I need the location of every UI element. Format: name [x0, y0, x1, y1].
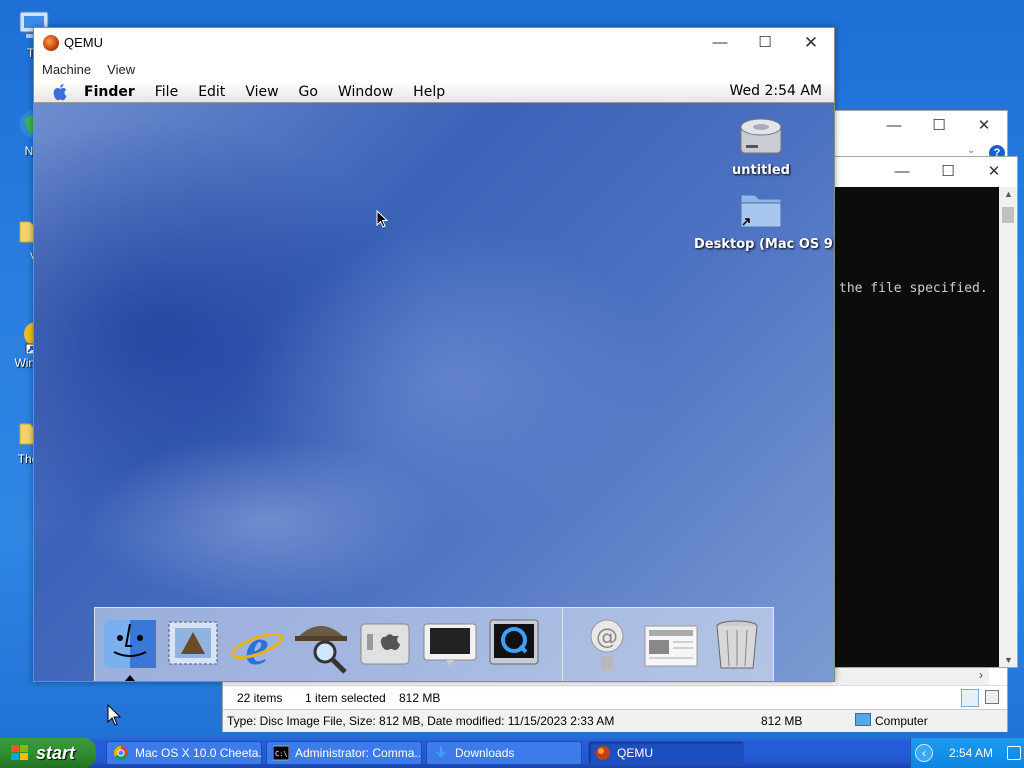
qemu-icon	[595, 745, 611, 761]
chevron-down-icon[interactable]: ⌄	[967, 145, 975, 156]
hard-drive-icon	[740, 118, 782, 154]
task-qemu[interactable]: QEMU	[588, 741, 744, 765]
large-icons-view-icon[interactable]	[985, 690, 999, 704]
menu-go[interactable]: Go	[299, 84, 318, 100]
dock-separator	[562, 608, 563, 681]
internet-explorer-icon[interactable]: e	[227, 614, 287, 676]
terminal-icon: C:\	[272, 745, 290, 761]
maximize-button[interactable]: ☐	[742, 28, 788, 58]
svg-text:e: e	[245, 619, 268, 674]
mail-at-icon[interactable]: @	[577, 614, 637, 674]
menu-finder[interactable]: Finder	[84, 84, 135, 100]
system-preferences-icon[interactable]	[355, 614, 415, 674]
menu-view[interactable]: View	[245, 84, 278, 100]
quicktime-icon[interactable]	[484, 614, 544, 674]
news-icon[interactable]	[641, 614, 701, 674]
mac-dock: e @	[94, 607, 774, 681]
mail-icon[interactable]	[163, 614, 223, 674]
tray-clock[interactable]: 2:54 AM	[949, 746, 993, 760]
qemu-titlebar[interactable]: QEMU — ☐ ✕	[34, 28, 834, 57]
task-label: QEMU	[617, 746, 653, 760]
details-view-icon[interactable]	[961, 689, 979, 707]
mouse-cursor-icon	[376, 209, 389, 231]
task-chrome[interactable]: Mac OS X 10.0 Cheeta...	[106, 741, 262, 765]
windows-flag-icon	[10, 743, 30, 763]
dock-running-indicator	[125, 675, 135, 681]
svg-text:@: @	[596, 625, 618, 650]
menu-window[interactable]: Window	[338, 84, 393, 100]
system-tray: ‹ 2:54 AM	[910, 738, 1024, 768]
download-arrow-icon	[433, 745, 449, 761]
explorer-details-bar: Type: Disc Image File, Size: 812 MB, Dat…	[223, 709, 1007, 732]
chevron-down-icon[interactable]: ▼	[1004, 655, 1013, 665]
vertical-scrollbar[interactable]: ▲ ▼	[999, 187, 1017, 667]
minimize-button[interactable]: —	[871, 111, 917, 141]
chrome-icon	[113, 745, 129, 761]
start-button[interactable]: start	[0, 738, 96, 768]
show-hidden-icons-button[interactable]: ‹	[915, 744, 933, 762]
cmd-output-text: the file specified.	[839, 281, 988, 296]
minimize-button[interactable]: —	[697, 28, 743, 58]
task-label: Mac OS X 10.0 Cheeta...	[135, 746, 262, 760]
task-downloads[interactable]: Downloads	[426, 741, 582, 765]
apple-logo-icon[interactable]	[52, 83, 70, 101]
task-label: Downloads	[455, 746, 515, 760]
mac-menubar: Finder File Edit View Go Window Help Wed…	[34, 81, 834, 103]
close-button[interactable]: ✕	[971, 157, 1017, 187]
qemu-icon	[43, 35, 59, 51]
window-title: QEMU	[64, 35, 103, 50]
qemu-menubar: Machine View	[34, 57, 834, 81]
chevron-right-icon[interactable]: ›	[979, 668, 983, 682]
location-label: Computer	[875, 714, 928, 728]
minimize-button[interactable]: —	[879, 157, 925, 187]
maximize-button[interactable]: ☐	[925, 157, 971, 187]
chevron-up-icon[interactable]: ▲	[1004, 189, 1013, 199]
disk-label: untitled	[732, 163, 790, 178]
menu-help[interactable]: Help	[413, 84, 445, 100]
folder-icon	[740, 194, 782, 228]
status-item-count: 22 items	[237, 691, 283, 705]
task-label: Administrator: Comma...	[295, 746, 422, 760]
menu-machine[interactable]: Machine	[42, 62, 91, 77]
maximize-button[interactable]: ☐	[916, 111, 962, 141]
menu-file[interactable]: File	[155, 84, 178, 100]
details-text: Type: Disc Image File, Size: 812 MB, Dat…	[227, 714, 615, 728]
folder-desktop-os9[interactable]: Desktop (Mac OS 9)	[694, 187, 834, 252]
finder-icon[interactable]	[100, 614, 160, 674]
svg-text:C:\: C:\	[275, 750, 288, 758]
menu-view[interactable]: View	[107, 62, 135, 77]
status-selected: 1 item selected	[305, 691, 386, 705]
sherlock-icon[interactable]	[291, 614, 351, 674]
monitor-icon[interactable]	[420, 614, 480, 674]
status-selected-size: 812 MB	[399, 691, 441, 705]
guest-screen[interactable]: Finder File Edit View Go Window Help Wed…	[34, 81, 834, 681]
details-size: 812 MB	[761, 714, 803, 728]
menu-edit[interactable]: Edit	[198, 84, 225, 100]
close-button[interactable]: ✕	[788, 28, 834, 58]
disk-untitled[interactable]: untitled	[724, 113, 798, 178]
computer-icon	[855, 713, 871, 726]
horizontal-scrollbar[interactable]: ›	[835, 667, 989, 685]
notification-icon[interactable]	[1007, 746, 1022, 760]
qemu-window[interactable]: QEMU — ☐ ✕ Machine View Finder File Edit…	[33, 27, 835, 682]
mouse-cursor-icon	[107, 703, 122, 729]
scrollbar-thumb[interactable]	[1002, 207, 1014, 223]
start-label: start	[36, 742, 76, 763]
trash-icon[interactable]	[707, 614, 767, 674]
taskbar: start Mac OS X 10.0 Cheeta... C:\ Admini…	[0, 738, 1024, 768]
explorer-status-bar: 22 items 1 item selected 812 MB	[223, 685, 1007, 709]
close-button[interactable]: ✕	[961, 111, 1007, 141]
folder-label: Desktop (Mac OS 9)	[694, 237, 834, 252]
task-cmd[interactable]: C:\ Administrator: Comma...	[266, 741, 422, 765]
mac-clock[interactable]: Wed 2:54 AM	[729, 83, 822, 99]
